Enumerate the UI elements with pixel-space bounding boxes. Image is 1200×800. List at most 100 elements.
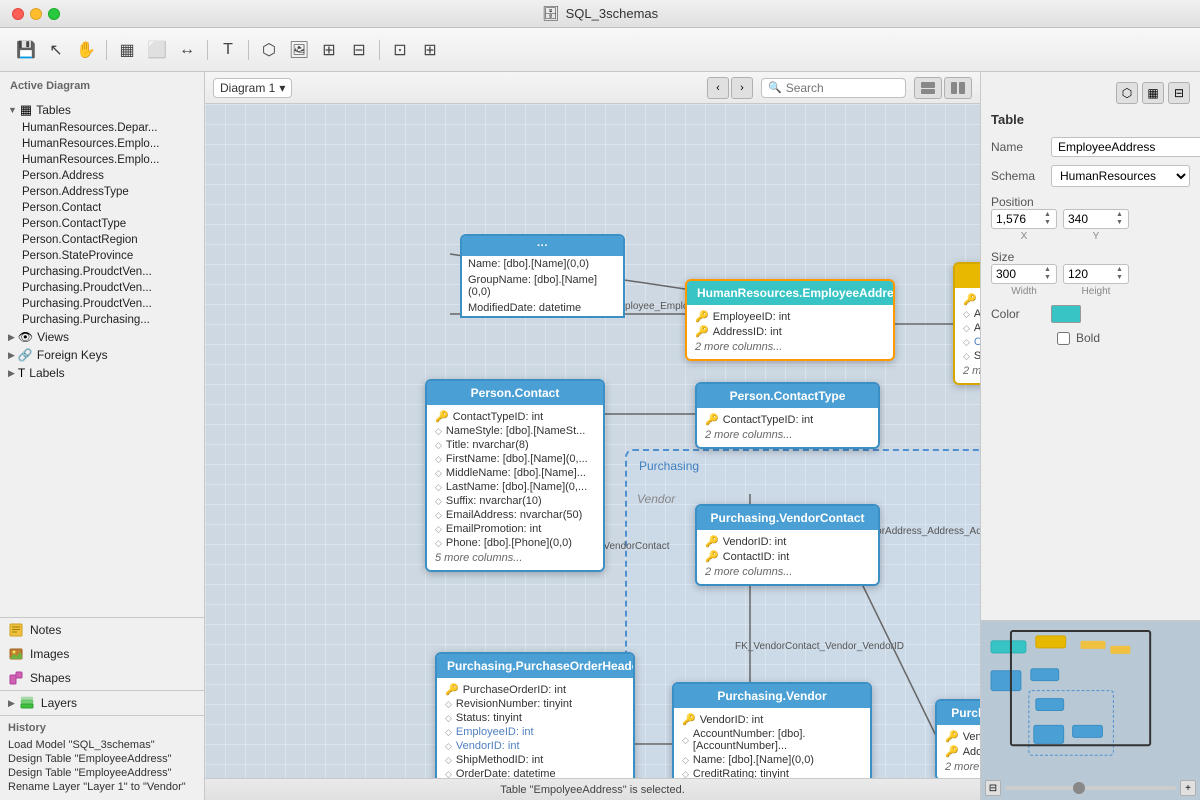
history-item-3[interactable]: Design Table "EmployeeAddress"	[8, 766, 196, 780]
schema-select[interactable]: HumanResources Person Purchasing	[1051, 165, 1190, 187]
sidebar-item-person-contactregion[interactable]: Person.ContactRegion	[0, 232, 204, 248]
height-input[interactable]	[1064, 265, 1114, 283]
table-row: ◇VendorID: int	[437, 739, 633, 753]
status-bar: Table "EmpolyeeAddress" is selected.	[205, 778, 980, 800]
images-section[interactable]: Images	[0, 642, 204, 666]
x-stepper[interactable]: ▲ ▼	[1042, 211, 1056, 228]
sidebar-item-purchasing-proudctven2[interactable]: Purchasing.ProudctVen...	[0, 280, 204, 296]
sidebar-item-person-addresstype[interactable]: Person.AddressType	[0, 184, 204, 200]
history-item-2[interactable]: Design Table "EmployeeAddress"	[8, 752, 196, 766]
frame-tool[interactable]: ⬜	[143, 36, 171, 64]
sidebar-item-purchasing-proudctven1[interactable]: Purchasing.ProudctVen...	[0, 264, 204, 280]
height-up[interactable]: ▲	[1114, 266, 1128, 274]
snap-tool[interactable]: ⊞	[416, 36, 444, 64]
zoom-out-btn[interactable]: ⊟	[985, 780, 1001, 796]
height-down[interactable]: ▼	[1114, 274, 1128, 282]
shape-tool[interactable]: ⬡	[255, 36, 283, 64]
sidebar-item-person-contact[interactable]: Person.Contact	[0, 200, 204, 216]
shapes-section[interactable]: Shapes	[0, 666, 204, 690]
diagram-selector[interactable]: Diagram 1 ▾	[213, 78, 292, 98]
y-down[interactable]: ▼	[1114, 219, 1128, 227]
prop-schema-label: Schema	[991, 169, 1051, 183]
y-stepper[interactable]: ▲ ▼	[1114, 211, 1128, 228]
table-purchasing-vendorcontact[interactable]: Purchasing.VendorContact 🔑VendorID: int …	[695, 504, 880, 586]
width-down[interactable]: ▼	[1042, 274, 1056, 282]
close-button[interactable]	[12, 8, 24, 20]
width-input[interactable]	[992, 265, 1042, 283]
sidebar-item-purchasing-proudctven3[interactable]: Purchasing.ProudctVen...	[0, 296, 204, 312]
table-body-person-contact: 🔑ContactTypeID: int ◇NameStyle: [dbo].[N…	[427, 405, 603, 570]
width-input-wrapper[interactable]: ▲ ▼	[991, 264, 1057, 284]
x-input-group: ▲ ▼ X	[991, 209, 1057, 242]
sidebar-item-humanresources-emplo1[interactable]: HumanResources.Emplo...	[0, 136, 204, 152]
prop-schema-dropdown[interactable]: HumanResources Person Purchasing	[1051, 165, 1190, 187]
view-split-v[interactable]	[944, 77, 972, 99]
height-stepper[interactable]: ▲ ▼	[1114, 266, 1128, 283]
x-down[interactable]: ▼	[1042, 219, 1056, 227]
bold-label: Bold	[1076, 331, 1100, 345]
ungroup-tool[interactable]: ⊟	[345, 36, 373, 64]
x-up[interactable]: ▲	[1042, 211, 1056, 219]
grid-icon[interactable]: ▦	[1142, 82, 1164, 104]
table-row: ◇Phone: [dbo].[Phone](0,0)	[427, 536, 603, 550]
hand-tool[interactable]: ✋	[72, 36, 100, 64]
y-input[interactable]	[1064, 210, 1114, 228]
text-tool[interactable]: T	[214, 36, 242, 64]
sidebar-item-humanresources-emplo2[interactable]: HumanResources.Emplo...	[0, 152, 204, 168]
table-person-contact[interactable]: Person.Contact 🔑ContactTypeID: int ◇Name…	[425, 379, 605, 572]
width-stepper[interactable]: ▲ ▼	[1042, 266, 1056, 283]
sidebar-item-purchasing-purchasing[interactable]: Purchasing.Purchasing...	[0, 312, 204, 328]
sidebar-item-person-contacttype[interactable]: Person.ContactType	[0, 216, 204, 232]
layers-section[interactable]: ▶ Layers	[0, 690, 204, 715]
sidebar-item-person-stateprovince[interactable]: Person.StateProvince	[0, 248, 204, 264]
table-purchasing-vendoraddress[interactable]: Purchasing.VendorAddress 🔑VendorID: int …	[935, 699, 980, 778]
group-tool[interactable]: ⊞	[315, 36, 343, 64]
table-row: ◇EmailAddress: nvarchar(50)	[427, 508, 603, 522]
save-button[interactable]: 💾	[12, 36, 40, 64]
y-input-wrapper[interactable]: ▲ ▼	[1063, 209, 1129, 229]
search-box[interactable]: 🔍	[761, 78, 906, 98]
width-up[interactable]: ▲	[1042, 266, 1056, 274]
view-split-h[interactable]	[914, 77, 942, 99]
x-input[interactable]	[992, 210, 1042, 228]
3d-icon[interactable]: ⬡	[1116, 82, 1138, 104]
layout-icon[interactable]: ⊟	[1168, 82, 1190, 104]
mini-map[interactable]: ⊟ +	[981, 620, 1200, 800]
line-tool[interactable]: ↔	[173, 36, 201, 64]
table-purchasing-vendor[interactable]: Purchasing.Vendor 🔑VendorID: int ◇Accoun…	[672, 682, 872, 778]
maximize-button[interactable]	[48, 8, 60, 20]
prop-name-input[interactable]	[1051, 137, 1200, 157]
table-purchasing-purchaseorderheader[interactable]: Purchasing.PurchaseOrderHeader 🔑Purchase…	[435, 652, 635, 778]
canvas[interactable]: Purchasing FK_EmployeeAddress_Employee_E…	[205, 104, 980, 778]
history-item-4[interactable]: Rename Layer "Layer 1" to "Vendor"	[8, 780, 196, 794]
zoom-slider-track[interactable]	[1005, 786, 1176, 790]
views-section-header[interactable]: ▶ 👁 Views	[0, 328, 204, 346]
table-tool[interactable]: ▦	[113, 36, 141, 64]
search-input[interactable]	[786, 81, 899, 95]
y-up[interactable]: ▲	[1114, 211, 1128, 219]
table-row: 🔑ContactID: int	[697, 549, 878, 564]
color-swatch[interactable]	[1051, 305, 1081, 323]
labels-section-header[interactable]: ▶ T Labels	[0, 364, 204, 382]
image-tool[interactable]: 🖼	[285, 36, 313, 64]
nav-next[interactable]: ›	[731, 77, 753, 99]
history-item-1[interactable]: Load Model "SQL_3schemas"	[8, 738, 196, 752]
table-person-address[interactable]: Person.Address 🔑AddressID: int ◇AddressL…	[953, 262, 980, 385]
sidebar-item-humanresources-depar[interactable]: HumanResources.Depar...	[0, 120, 204, 136]
x-input-wrapper[interactable]: ▲ ▼	[991, 209, 1057, 229]
notes-section[interactable]: Notes	[0, 618, 204, 642]
table-humanresources-employeeaddress[interactable]: HumanResources.EmployeeAddress 🔑Employee…	[685, 279, 895, 361]
bold-checkbox[interactable]	[1057, 332, 1070, 345]
tables-section-header[interactable]: ▼ ▦ Tables	[0, 100, 204, 120]
nav-prev[interactable]: ‹	[707, 77, 729, 99]
table-person-contacttype[interactable]: Person.ContactType 🔑ContactTypeID: int 2…	[695, 382, 880, 449]
arrange-tool[interactable]: ⊡	[386, 36, 414, 64]
sidebar-item-person-address[interactable]: Person.Address	[0, 168, 204, 184]
minimize-button[interactable]	[30, 8, 42, 20]
height-input-wrapper[interactable]: ▲ ▼	[1063, 264, 1129, 284]
foreign-keys-section-header[interactable]: ▶ 🔗 Foreign Keys	[0, 346, 204, 364]
pointer-tool[interactable]: ↖	[42, 36, 70, 64]
sep4	[379, 40, 380, 60]
zoom-slider-thumb[interactable]	[1073, 782, 1085, 794]
zoom-in-btn[interactable]: +	[1180, 780, 1196, 796]
